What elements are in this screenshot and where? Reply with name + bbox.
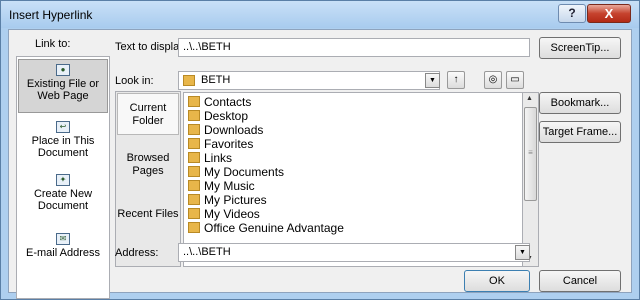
dialog-client-area: Link to: ● Existing File or Web Page ↩ P…: [8, 29, 632, 299]
link-to-label: Link to:: [35, 38, 71, 50]
insert-hyperlink-dialog: Insert Hyperlink ? X Link to: ● Existing…: [0, 0, 640, 300]
folder-icon: [188, 110, 200, 121]
file-list-scrollbar[interactable]: ▲ ≡ ▼: [523, 92, 539, 267]
address-label: Address:: [115, 247, 159, 259]
list-item[interactable]: Office Genuine Advantage: [188, 221, 344, 235]
title-bar[interactable]: Insert Hyperlink ? X: [1, 1, 639, 28]
file-name: Favorites: [204, 137, 254, 151]
list-item[interactable]: Desktop: [188, 109, 248, 123]
email-icon: ✉: [56, 233, 70, 245]
link-to-place-line2: Document: [37, 147, 89, 159]
nav-browsed-pages[interactable]: Browsed Pages: [117, 152, 179, 186]
folder-icon: [188, 194, 200, 205]
link-to-place-line1: Place in This: [31, 135, 95, 147]
nav-browsed-line1: Browsed: [126, 152, 170, 164]
link-to-panel: ● Existing File or Web Page ↩ Place in T…: [16, 56, 110, 299]
list-item[interactable]: Links: [188, 151, 232, 165]
new-document-icon: ✦: [56, 174, 70, 186]
up-one-folder-icon[interactable]: ↑: [447, 71, 465, 89]
file-name: My Documents: [204, 165, 285, 179]
folder-icon: [188, 138, 200, 149]
scroll-up-arrow-icon[interactable]: ▲: [526, 95, 533, 102]
list-item[interactable]: My Videos: [188, 207, 260, 221]
file-name: Desktop: [204, 109, 249, 123]
file-name: My Videos: [204, 207, 260, 221]
folder-icon: [188, 208, 200, 219]
browse-web-icon[interactable]: ◎: [484, 71, 502, 89]
file-name: Links: [204, 151, 233, 165]
close-button[interactable]: X: [587, 4, 631, 23]
file-name: My Pictures: [204, 193, 267, 207]
cancel-button[interactable]: Cancel: [539, 270, 621, 292]
nav-current-line1: Current: [129, 102, 167, 114]
folder-icon: [188, 222, 200, 233]
list-item[interactable]: Contacts: [188, 95, 251, 109]
file-name: My Music: [204, 179, 255, 193]
link-to-email-address[interactable]: ✉ E-mail Address: [18, 229, 108, 269]
link-to-create-line1: Create New: [33, 188, 93, 200]
scrollbar-thumb[interactable]: ≡: [524, 107, 537, 201]
list-item[interactable]: Downloads: [188, 123, 263, 137]
file-name: Contacts: [204, 95, 252, 109]
text-to-display-label: Text to display:: [115, 41, 188, 53]
file-name: Downloads: [204, 123, 264, 137]
nav-current-line2: Folder: [132, 115, 164, 127]
dialog-title: Insert Hyperlink: [9, 8, 93, 22]
list-item[interactable]: My Pictures: [188, 193, 267, 207]
folder-icon: [188, 152, 200, 163]
address-dropdown-arrow[interactable]: ▼: [515, 245, 530, 260]
look-in-dropdown[interactable]: BETH: [178, 71, 440, 90]
look-in-label: Look in:: [115, 75, 154, 87]
bookmark-button[interactable]: Bookmark...: [539, 92, 621, 114]
link-to-existing-file-line1: Existing File or: [26, 78, 100, 90]
link-to-create-line2: Document: [37, 200, 89, 212]
folder-icon: [188, 96, 200, 107]
link-to-create-new-document[interactable]: ✦ Create New Document: [18, 170, 108, 218]
link-to-existing-file-line2: Web Page: [37, 90, 89, 102]
screentip-button[interactable]: ScreenTip...: [539, 37, 621, 59]
link-to-place-in-document[interactable]: ↩ Place in This Document: [18, 117, 108, 165]
folder-icon: [188, 124, 200, 135]
list-item[interactable]: Favorites: [188, 137, 253, 151]
help-button[interactable]: ?: [558, 4, 586, 23]
browse-file-icon[interactable]: ▭: [506, 71, 524, 89]
nav-pane: Current Folder Browsed Pages Recent File…: [115, 91, 181, 267]
target-frame-button[interactable]: Target Frame...: [539, 121, 621, 143]
place-in-document-icon: ↩: [56, 121, 70, 133]
ok-button[interactable]: OK: [464, 270, 530, 292]
link-to-email-line1: E-mail Address: [26, 247, 100, 259]
folder-icon: [188, 166, 200, 177]
file-list[interactable]: Contacts Desktop Downloads Favorites Lin…: [183, 92, 523, 267]
folder-icon: [188, 180, 200, 191]
nav-recent-files[interactable]: Recent Files: [117, 208, 179, 228]
nav-browsed-line2: Pages: [132, 165, 164, 177]
link-to-existing-file[interactable]: ● Existing File or Web Page: [18, 59, 108, 113]
nav-recent-line1: Recent Files: [117, 208, 179, 220]
look-in-dropdown-arrow[interactable]: ▼: [425, 73, 440, 88]
list-item[interactable]: My Music: [188, 179, 255, 193]
folder-icon: [183, 75, 195, 86]
address-input[interactable]: ..\..\BETH: [178, 243, 530, 262]
web-page-icon: ●: [56, 64, 70, 76]
look-in-value: BETH: [201, 74, 231, 86]
file-name: Office Genuine Advantage: [204, 221, 344, 235]
nav-current-folder[interactable]: Current Folder: [117, 93, 179, 135]
list-item[interactable]: My Documents: [188, 165, 284, 179]
text-to-display-input[interactable]: ..\..\BETH: [178, 38, 530, 57]
